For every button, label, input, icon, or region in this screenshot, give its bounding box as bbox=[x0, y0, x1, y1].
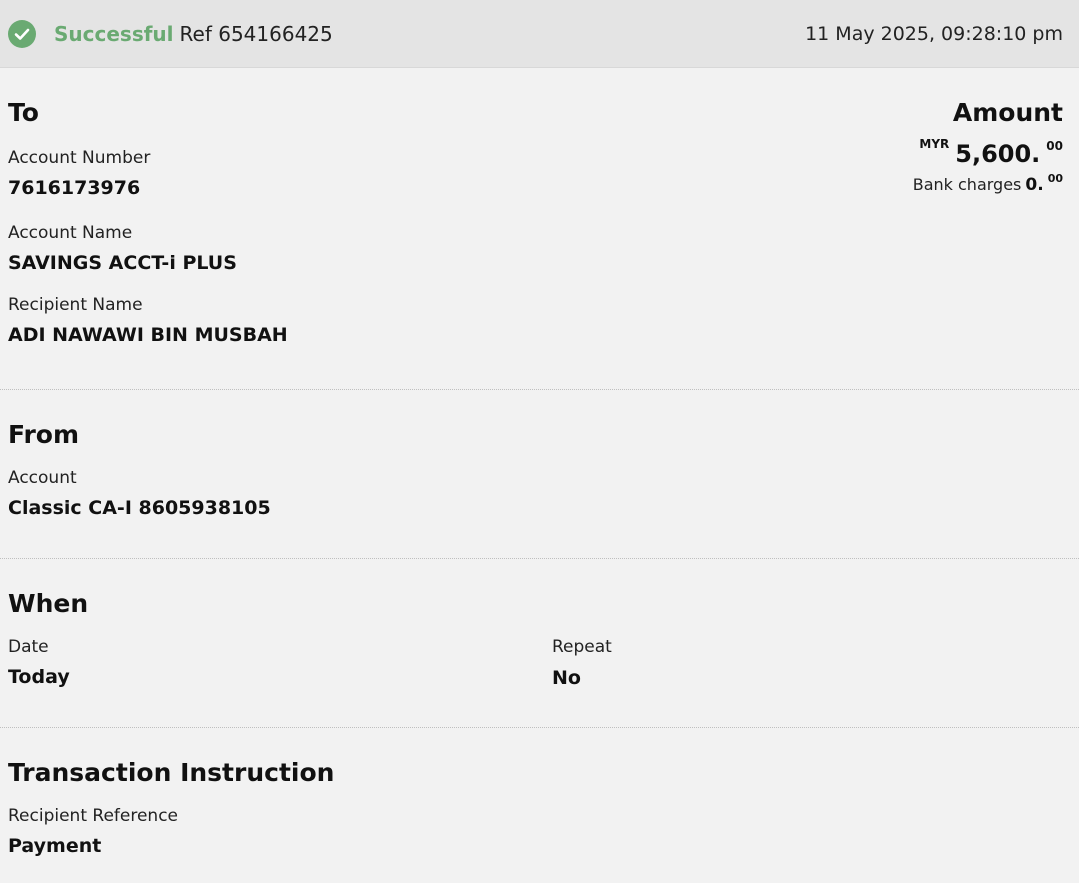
account-number-value: 7616173976 bbox=[8, 177, 141, 199]
recipient-reference-label: Recipient Reference bbox=[8, 806, 178, 826]
repeat-label: Repeat bbox=[552, 637, 612, 657]
status-header: Successful Ref 654166425 11 May 2025, 09… bbox=[0, 0, 1079, 68]
repeat-value: No bbox=[552, 667, 581, 689]
transaction-datetime: 11 May 2025, 09:28:10 pm bbox=[805, 22, 1063, 45]
recipient-name-label: Recipient Name bbox=[8, 295, 143, 315]
check-circle-icon bbox=[8, 19, 36, 48]
account-name-value: SAVINGS ACCT-i PLUS bbox=[8, 252, 237, 274]
from-title: From bbox=[8, 420, 80, 449]
from-account-label: Account bbox=[8, 468, 77, 488]
bank-charges-value: 0. bbox=[1025, 175, 1044, 195]
date-value: Today bbox=[8, 666, 70, 688]
to-title: To bbox=[8, 98, 39, 127]
status-text: Successful bbox=[54, 21, 174, 46]
amount-cents: 00 bbox=[1046, 139, 1063, 153]
status-group: Successful Ref 654166425 bbox=[8, 19, 333, 48]
amount-block: Amount MYR 5,600. 00 Bank charges 0. 00 bbox=[913, 98, 1063, 195]
from-account-value: Classic CA-I 8605938105 bbox=[8, 497, 271, 519]
amount-title: Amount bbox=[952, 98, 1063, 127]
recipient-name-value: ADI NAWAWI BIN MUSBAH bbox=[8, 324, 288, 346]
from-section: From Account Classic CA-I 8605938105 bbox=[0, 390, 1079, 558]
amount-value: 5,600. bbox=[955, 140, 1041, 168]
instruction-title: Transaction Instruction bbox=[8, 758, 335, 787]
account-number-label: Account Number bbox=[8, 148, 151, 168]
recipient-reference-value: Payment bbox=[8, 835, 102, 857]
amount-line: MYR 5,600. 00 bbox=[913, 137, 1063, 168]
account-name-label: Account Name bbox=[8, 223, 133, 243]
bank-charges-cents: 00 bbox=[1047, 172, 1063, 185]
reference-number: Ref 654166425 bbox=[179, 21, 333, 46]
date-label: Date bbox=[8, 637, 49, 657]
bank-charges-line: Bank charges 0. 00 bbox=[913, 172, 1063, 195]
when-section: When Date Today Repeat No bbox=[0, 559, 1079, 727]
currency-code: MYR bbox=[919, 137, 950, 151]
transaction-instruction-section: Transaction Instruction Recipient Refere… bbox=[0, 728, 1079, 882]
bank-charges-label: Bank charges bbox=[912, 175, 1022, 194]
when-title: When bbox=[8, 589, 89, 618]
to-section: To Account Number 7616173976 Account Nam… bbox=[0, 68, 1079, 389]
